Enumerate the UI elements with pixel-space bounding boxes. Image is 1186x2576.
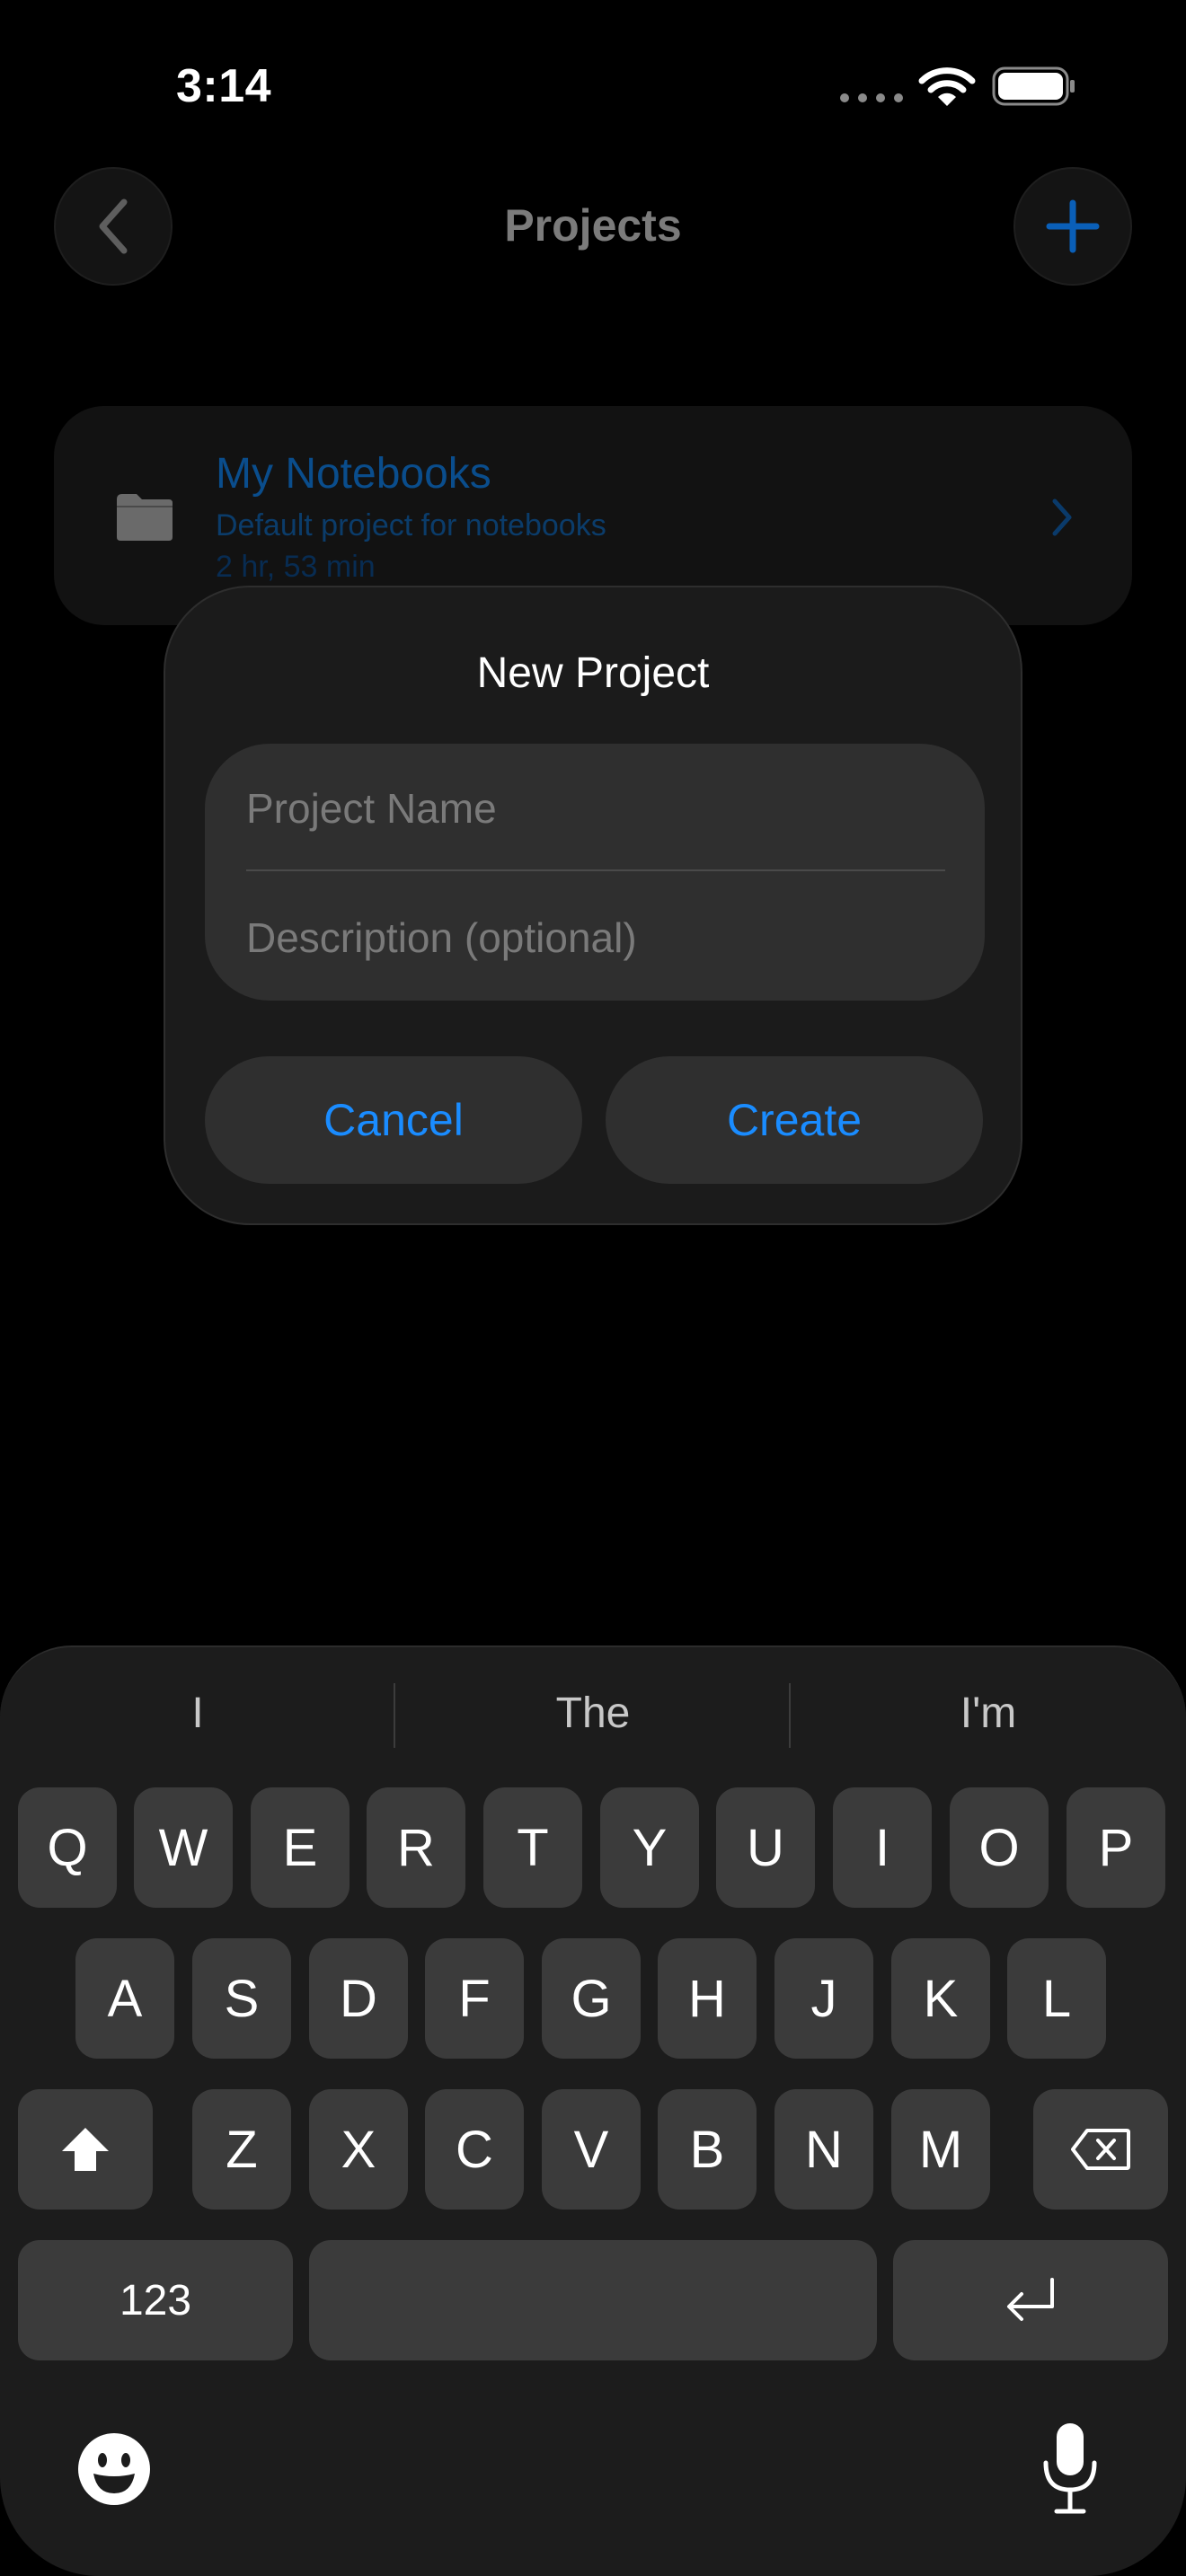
suggestion-2[interactable]: The — [395, 1689, 791, 1738]
key-e[interactable]: E — [251, 1787, 350, 1908]
return-key[interactable] — [893, 2240, 1168, 2360]
key-q[interactable]: Q — [18, 1787, 117, 1908]
key-k[interactable]: K — [891, 1938, 990, 2059]
backspace-icon — [1071, 2129, 1130, 2170]
folder-icon — [117, 494, 173, 541]
key-a[interactable]: A — [75, 1938, 174, 2059]
cancel-button[interactable]: Cancel — [205, 1056, 582, 1184]
key-f[interactable]: F — [425, 1938, 524, 2059]
field-group — [205, 744, 985, 1001]
keyboard: I The I'm Q W E R T Y U I O P A S D F G … — [0, 1645, 1186, 2576]
wifi-icon — [918, 67, 976, 106]
suggestion-1[interactable]: I — [0, 1689, 395, 1738]
key-j[interactable]: J — [774, 1938, 873, 2059]
key-w[interactable]: W — [134, 1787, 233, 1908]
key-s[interactable]: S — [192, 1938, 291, 2059]
microphone-icon[interactable] — [1040, 2420, 1100, 2519]
key-y[interactable]: Y — [600, 1787, 699, 1908]
key-d[interactable]: D — [309, 1938, 408, 2059]
status-time: 3:14 — [176, 60, 272, 112]
key-h[interactable]: H — [658, 1938, 757, 2059]
plus-icon — [1046, 199, 1100, 253]
project-description-input[interactable] — [246, 905, 945, 970]
key-t[interactable]: T — [483, 1787, 582, 1908]
project-duration: 2 hr, 53 min — [216, 550, 376, 584]
key-x[interactable]: X — [309, 2089, 408, 2210]
dialog-title: New Project — [476, 649, 710, 697]
key-n[interactable]: N — [774, 2089, 873, 2210]
key-p[interactable]: P — [1067, 1787, 1165, 1908]
key-v[interactable]: V — [542, 2089, 641, 2210]
project-name: My Notebooks — [216, 450, 491, 498]
shift-key[interactable] — [18, 2089, 153, 2210]
emoji-icon[interactable] — [75, 2430, 153, 2508]
key-u[interactable]: U — [716, 1787, 815, 1908]
delete-key[interactable] — [1033, 2089, 1168, 2210]
suggestion-3[interactable]: I'm — [791, 1689, 1186, 1738]
project-description: Default project for notebooks — [216, 508, 606, 543]
key-i[interactable]: I — [833, 1787, 932, 1908]
key-o[interactable]: O — [950, 1787, 1049, 1908]
key-r[interactable]: R — [367, 1787, 465, 1908]
space-key[interactable] — [309, 2240, 877, 2360]
add-project-button[interactable] — [1013, 167, 1132, 286]
chevron-right-icon — [1052, 498, 1072, 536]
key-z[interactable]: Z — [192, 2089, 291, 2210]
battery-icon — [992, 66, 1075, 106]
key-c[interactable]: C — [425, 2089, 524, 2210]
project-name-input[interactable] — [246, 776, 945, 841]
return-arrow-icon — [1007, 2278, 1054, 2321]
field-divider — [246, 869, 945, 871]
shift-arrow-icon — [62, 2128, 109, 2171]
new-project-dialog: New Project Cancel Create — [164, 586, 1022, 1225]
key-l[interactable]: L — [1007, 1938, 1106, 2059]
key-g[interactable]: G — [542, 1938, 641, 2059]
page-title: Projects — [504, 200, 682, 251]
create-button[interactable]: Create — [606, 1056, 983, 1184]
numbers-key[interactable]: 123 — [18, 2240, 293, 2360]
key-m[interactable]: M — [891, 2089, 990, 2210]
cellular-signal-icon — [840, 93, 903, 102]
key-b[interactable]: B — [658, 2089, 757, 2210]
